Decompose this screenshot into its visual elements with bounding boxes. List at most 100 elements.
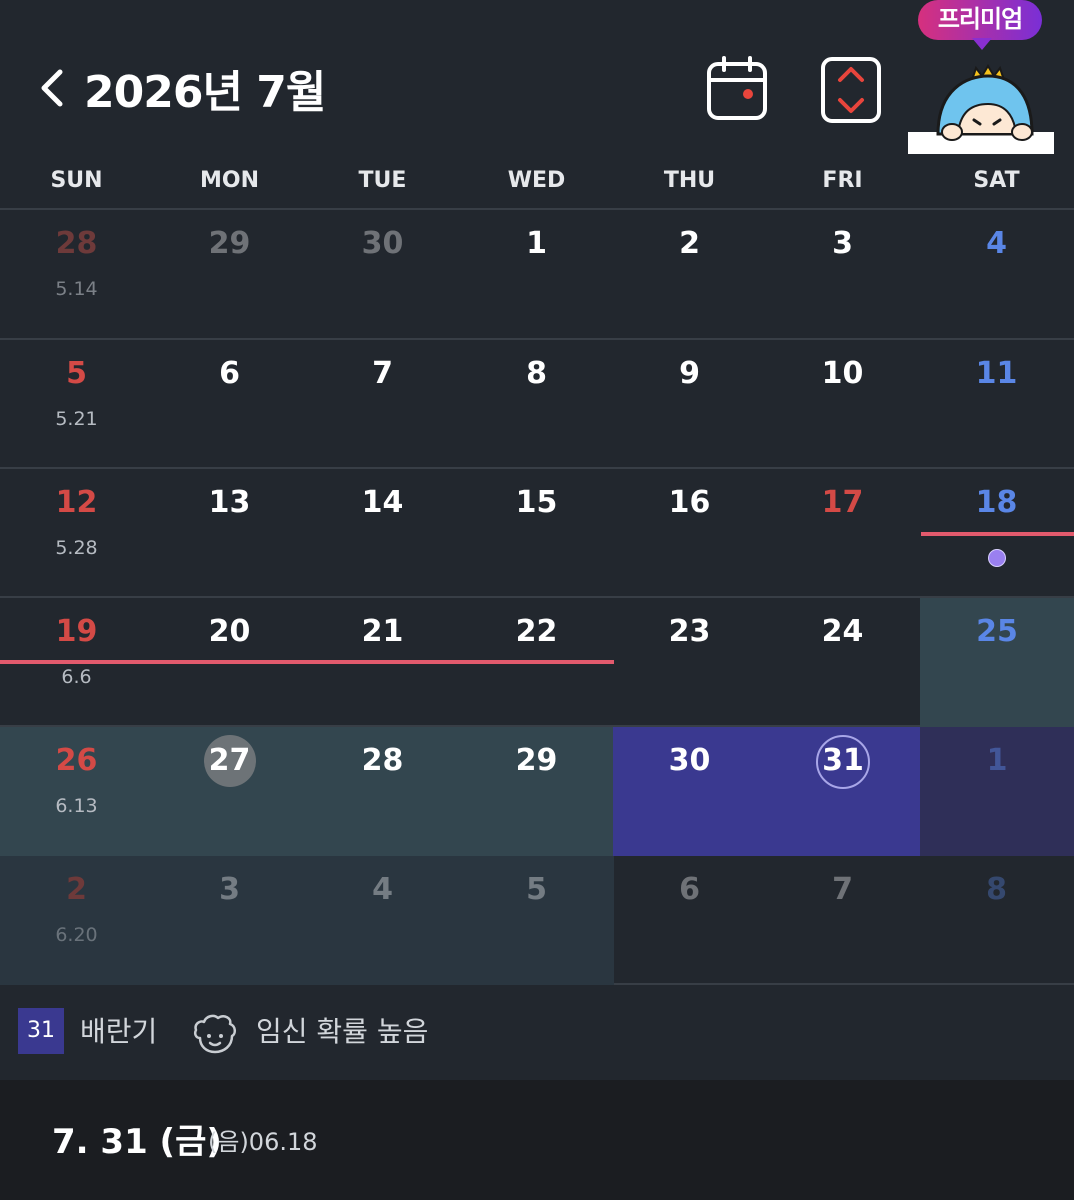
day-cell[interactable]: 6 xyxy=(153,340,306,469)
fertile-legend-label: 임신 확률 높음 xyxy=(256,1015,429,1048)
expand-collapse-button[interactable] xyxy=(820,56,882,124)
day-number: 30 xyxy=(668,743,711,778)
day-cell[interactable]: 10 xyxy=(766,340,919,469)
day-number: 30 xyxy=(361,226,404,261)
day-number: 31 xyxy=(822,743,864,778)
day-number: 6 xyxy=(219,356,240,391)
day-number: 7 xyxy=(832,872,853,907)
premium-label[interactable]: 프리미엄 xyxy=(918,0,1042,40)
weekday-tue: TUE xyxy=(358,168,407,193)
legend: 31 배란기 임신 확률 높음 xyxy=(0,986,1074,1078)
day-number: 9 xyxy=(679,356,700,391)
day-number: 5 xyxy=(526,872,547,907)
day-number: 2 xyxy=(66,872,87,907)
day-cell[interactable]: 30 xyxy=(306,210,459,339)
day-cell-fertile[interactable]: 28 xyxy=(306,727,459,856)
day-cell[interactable]: 8 xyxy=(460,340,613,469)
day-cell[interactable]: 13 xyxy=(153,469,306,598)
expand-collapse-icon xyxy=(821,57,881,123)
day-cell-ovulation[interactable]: 30 xyxy=(613,727,766,856)
day-number: 5 xyxy=(66,356,87,391)
selected-lunar-date: (음)06.18 xyxy=(208,1128,318,1156)
baby-face-icon xyxy=(190,1008,240,1058)
day-cell[interactable]: 14 xyxy=(306,469,459,598)
mascot-character[interactable] xyxy=(908,64,1054,154)
weekday-fri: FRI xyxy=(822,168,863,193)
day-number: 11 xyxy=(975,356,1018,391)
day-cell[interactable]: 12 5.28 xyxy=(0,469,153,598)
day-number: 19 xyxy=(55,614,98,649)
lunar-date: 6.6 xyxy=(61,666,92,688)
day-cell[interactable]: 4 xyxy=(306,856,459,985)
selected-day-panel: 7. 31 (금) (음)06.18 xyxy=(0,1080,1074,1200)
day-cell[interactable]: 23 xyxy=(613,598,766,727)
day-number: 26 xyxy=(55,743,98,778)
day-number: 24 xyxy=(821,614,864,649)
day-cell[interactable]: 3 xyxy=(766,210,919,339)
day-number: 28 xyxy=(55,226,98,261)
back-button[interactable] xyxy=(36,66,70,110)
calendar-icon xyxy=(707,56,767,120)
selected-date: 7. 31 (금) xyxy=(52,1122,222,1162)
day-cell[interactable]: 11 xyxy=(920,340,1073,469)
mascot-icon xyxy=(908,64,1054,154)
lunar-date: 6.13 xyxy=(55,795,98,817)
day-cell[interactable]: 17 xyxy=(766,469,919,598)
day-cell[interactable]: 4 xyxy=(920,210,1073,339)
weekday-sun: SUN xyxy=(50,168,103,193)
calendar-grid: 28 5.14 29 30 1 2 3 4 5 5.21 6 7 8 9 10 … xyxy=(0,208,1074,985)
day-cell[interactable]: 7 xyxy=(306,340,459,469)
day-cell[interactable]: 18 xyxy=(920,469,1074,598)
day-cell[interactable]: 9 xyxy=(613,340,766,469)
day-number: 20 xyxy=(208,614,251,649)
premium-tail xyxy=(972,38,992,50)
weekday-thu: THU xyxy=(663,168,716,193)
header: 2026년 7월 프리미엄 xyxy=(0,0,1074,160)
day-cell[interactable]: 2 xyxy=(613,210,766,339)
day-number: 29 xyxy=(515,743,558,778)
period-bar xyxy=(0,660,614,664)
lunar-date: 6.20 xyxy=(55,924,98,946)
day-cell[interactable]: 16 xyxy=(613,469,766,598)
day-cell[interactable]: 28 5.14 xyxy=(0,210,153,339)
day-number: 13 xyxy=(208,485,251,520)
day-number: 22 xyxy=(515,614,558,649)
day-cell[interactable]: 2 6.20 xyxy=(0,856,153,985)
day-number: 2 xyxy=(679,226,700,261)
day-number: 7 xyxy=(372,356,393,391)
day-cell[interactable]: 5 xyxy=(460,856,613,985)
day-cell[interactable]: 1 xyxy=(460,210,613,339)
day-cell[interactable]: 5 5.21 xyxy=(0,340,153,469)
weekday-sat: SAT xyxy=(973,168,1020,193)
day-number: 23 xyxy=(668,614,711,649)
day-number: 4 xyxy=(372,872,393,907)
weekday-header: SUN MON TUE WED THU FRI SAT xyxy=(0,160,1074,208)
day-cell-today[interactable]: 27 xyxy=(153,727,306,856)
day-number: 14 xyxy=(361,485,404,520)
day-number: 27 xyxy=(208,743,251,778)
day-cell-fertile[interactable]: 29 xyxy=(460,727,613,856)
day-cell-next-month[interactable]: 1 xyxy=(920,727,1074,856)
day-cell-selected[interactable]: 31 xyxy=(766,727,920,856)
day-cell[interactable]: 7 xyxy=(766,856,919,985)
day-number: 16 xyxy=(668,485,711,520)
day-cell[interactable]: 3 xyxy=(153,856,306,985)
day-cell[interactable]: 24 xyxy=(766,598,919,727)
day-number: 6 xyxy=(679,872,700,907)
day-cell-fertile[interactable]: 26 6.13 xyxy=(0,727,153,856)
calendar-button[interactable] xyxy=(706,56,768,122)
day-number: 8 xyxy=(526,356,547,391)
lunar-date: 5.28 xyxy=(55,537,98,559)
premium-badge[interactable]: 프리미엄 xyxy=(918,0,1044,50)
lunar-date: 5.21 xyxy=(55,408,98,430)
day-cell[interactable]: 15 xyxy=(460,469,613,598)
day-cell[interactable]: 8 xyxy=(920,856,1073,985)
day-cell-fertile[interactable]: 25 xyxy=(920,598,1074,727)
day-cell[interactable]: 6 xyxy=(613,856,766,985)
day-number: 29 xyxy=(208,226,251,261)
day-cell[interactable]: 29 xyxy=(153,210,306,339)
weekday-mon: MON xyxy=(199,168,259,193)
period-bar xyxy=(921,532,1074,536)
lunar-date: 5.14 xyxy=(55,278,98,300)
ovulation-legend-label: 배란기 xyxy=(80,1015,158,1048)
